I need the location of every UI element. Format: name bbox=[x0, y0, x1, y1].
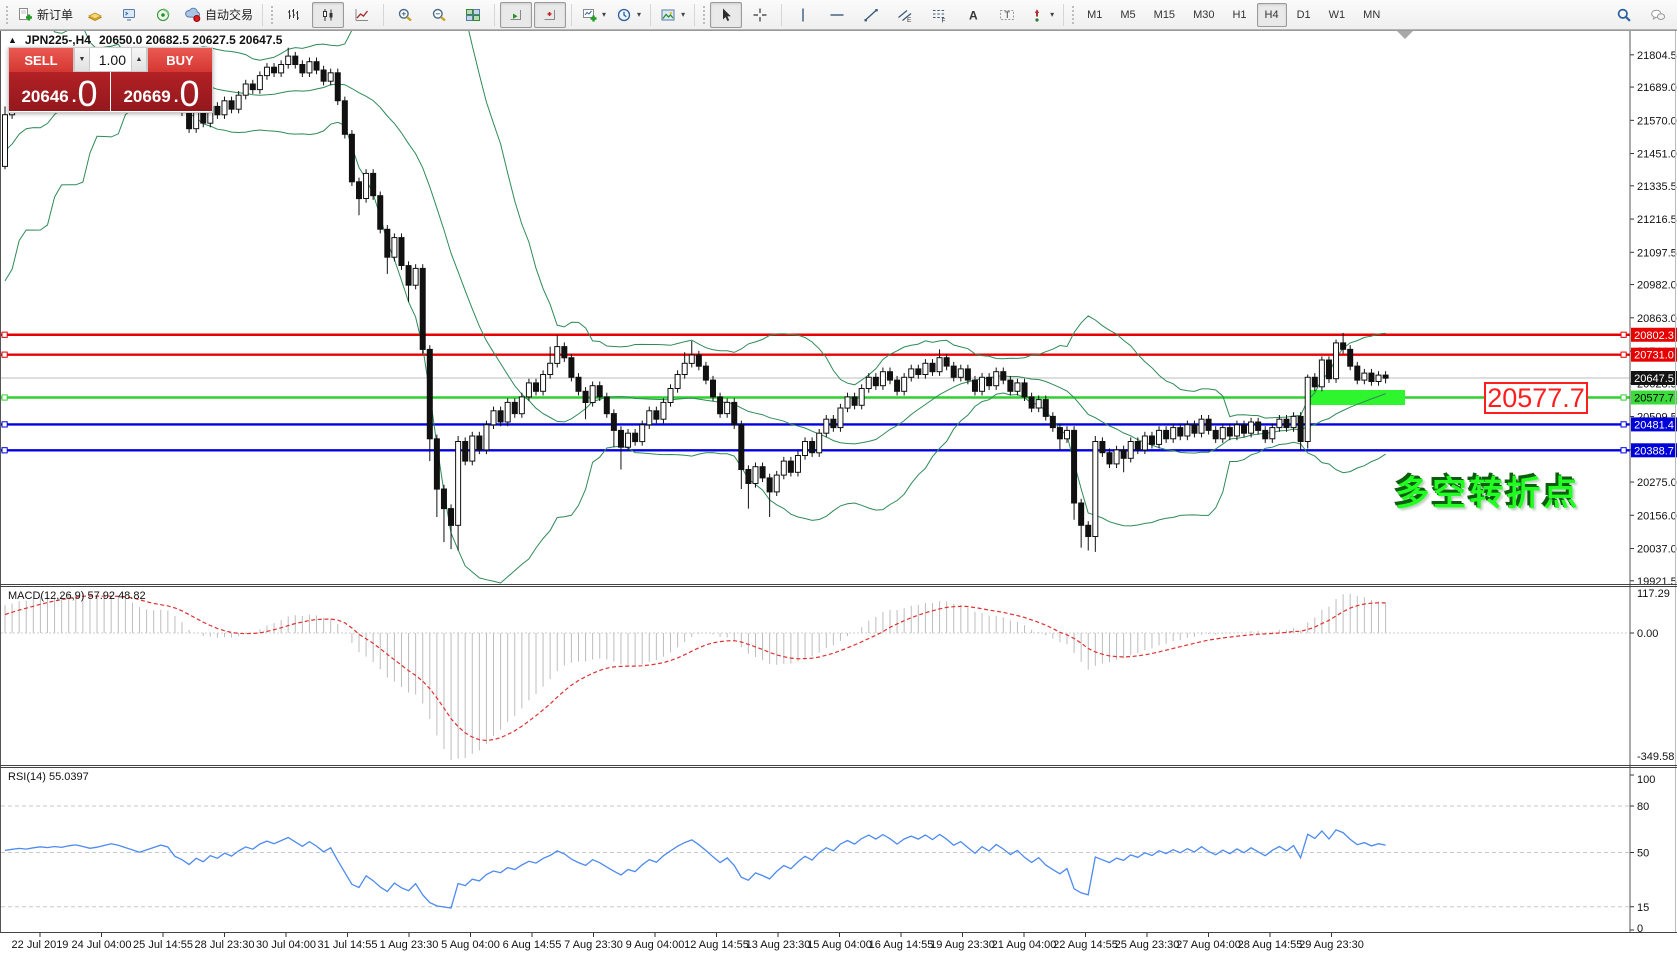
one-click-trading-panel: SELL ▼ 1.00 ▲ BUY 20646.0 20669.0 bbox=[8, 47, 213, 113]
svg-text:25 Aug 23:30: 25 Aug 23:30 bbox=[1115, 939, 1180, 951]
sell-button[interactable]: SELL bbox=[9, 48, 73, 72]
mt4-window: { "toolbar": { "new_order_label": "新订单",… bbox=[0, 0, 1677, 953]
buy-price-dot: . bbox=[174, 88, 179, 105]
svg-text:13 Aug 23:30: 13 Aug 23:30 bbox=[746, 939, 811, 951]
svg-text:80: 80 bbox=[1637, 801, 1649, 813]
svg-text:12 Aug 14:55: 12 Aug 14:55 bbox=[684, 939, 749, 951]
volume-up-button[interactable]: ▲ bbox=[131, 48, 147, 71]
buy-button[interactable]: BUY bbox=[148, 48, 212, 72]
svg-text:0.00: 0.00 bbox=[1637, 628, 1658, 640]
svg-text:50: 50 bbox=[1637, 848, 1649, 860]
svg-text:5 Aug 04:00: 5 Aug 04:00 bbox=[441, 939, 500, 951]
volume-stepper: ▼ 1.00 ▲ bbox=[73, 48, 148, 72]
chart-title-symbol: JPN225-,H4 bbox=[25, 33, 91, 47]
rsi-value: 55.0397 bbox=[49, 771, 89, 783]
sell-price[interactable]: 20646.0 bbox=[9, 72, 110, 111]
svg-text:31 Jul 14:55: 31 Jul 14:55 bbox=[318, 939, 378, 951]
svg-text:21 Aug 04:00: 21 Aug 04:00 bbox=[992, 939, 1057, 951]
svg-text:24 Jul 04:00: 24 Jul 04:00 bbox=[72, 939, 132, 951]
svg-text:19921.5: 19921.5 bbox=[1637, 576, 1677, 588]
svg-text:20388.7: 20388.7 bbox=[1634, 445, 1674, 457]
sell-price-big: 0 bbox=[77, 79, 97, 109]
chart-title-ohlc: 20650.0 20682.5 20627.5 20647.5 bbox=[99, 33, 283, 47]
svg-text:21804.5: 21804.5 bbox=[1637, 50, 1677, 62]
svg-text:-349.58: -349.58 bbox=[1637, 751, 1674, 763]
svg-text:20731.0: 20731.0 bbox=[1634, 350, 1674, 362]
svg-text:9 Aug 04:00: 9 Aug 04:00 bbox=[626, 939, 685, 951]
svg-text:20577.7: 20577.7 bbox=[1634, 392, 1674, 404]
price-badge: 20731.0 bbox=[1631, 348, 1677, 362]
collapse-triangle-icon: ▲ bbox=[8, 35, 17, 45]
svg-text:20982.0: 20982.0 bbox=[1637, 280, 1677, 292]
chart-annotation-text[interactable]: 多空转折点 bbox=[1393, 466, 1583, 515]
svg-text:20863.0: 20863.0 bbox=[1637, 313, 1677, 325]
price-badge: 20802.3 bbox=[1631, 328, 1677, 342]
svg-text:100: 100 bbox=[1637, 774, 1655, 786]
svg-text:20647.5: 20647.5 bbox=[1634, 373, 1674, 385]
svg-text:20156.0: 20156.0 bbox=[1637, 510, 1677, 522]
svg-text:21216.5: 21216.5 bbox=[1637, 214, 1677, 226]
rsi-indicator-label: RSI(14) 55.0397 bbox=[8, 771, 89, 783]
svg-text:21097.5: 21097.5 bbox=[1637, 247, 1677, 259]
svg-text:21335.5: 21335.5 bbox=[1637, 181, 1677, 193]
svg-text:21570.0: 21570.0 bbox=[1637, 115, 1677, 127]
svg-text:6 Aug 14:55: 6 Aug 14:55 bbox=[503, 939, 562, 951]
price-badge: 20577.7 bbox=[1631, 390, 1677, 404]
svg-text:7 Aug 23:30: 7 Aug 23:30 bbox=[564, 939, 623, 951]
macd-name: MACD(12,26,9) bbox=[8, 590, 84, 602]
svg-text:29 Aug 23:30: 29 Aug 23:30 bbox=[1299, 939, 1364, 951]
svg-text:15: 15 bbox=[1637, 902, 1649, 914]
chart-shift-marker-icon[interactable] bbox=[1397, 31, 1413, 39]
price-level-callout[interactable]: 20577.7 bbox=[1484, 382, 1588, 414]
svg-text:28 Aug 14:55: 28 Aug 14:55 bbox=[1238, 939, 1303, 951]
svg-text:16 Aug 14:55: 16 Aug 14:55 bbox=[869, 939, 934, 951]
svg-text:20802.3: 20802.3 bbox=[1634, 330, 1674, 342]
price-badge: 20388.7 bbox=[1631, 443, 1677, 457]
price-badge: 20647.5 bbox=[1631, 371, 1677, 385]
svg-text:21689.0: 21689.0 bbox=[1637, 82, 1677, 94]
svg-text:28 Jul 23:30: 28 Jul 23:30 bbox=[195, 939, 255, 951]
svg-text:22 Aug 14:55: 22 Aug 14:55 bbox=[1053, 939, 1118, 951]
buy-price-big: 0 bbox=[179, 79, 199, 109]
svg-text:19 Aug 23:30: 19 Aug 23:30 bbox=[930, 939, 995, 951]
svg-text:20037.0: 20037.0 bbox=[1637, 544, 1677, 556]
svg-text:0: 0 bbox=[1637, 923, 1643, 935]
volume-value[interactable]: 1.00 bbox=[90, 48, 131, 71]
highlight-zone[interactable] bbox=[1307, 390, 1405, 405]
buy-price-main: 20669 bbox=[123, 88, 170, 105]
svg-text:1 Aug 23:30: 1 Aug 23:30 bbox=[380, 939, 439, 951]
rsi-name: RSI(14) bbox=[8, 771, 46, 783]
buy-price[interactable]: 20669.0 bbox=[111, 72, 212, 111]
sell-price-dot: . bbox=[72, 88, 77, 105]
svg-text:22 Jul 2019: 22 Jul 2019 bbox=[12, 939, 69, 951]
macd-indicator-label: MACD(12,26,9) 57.92 48.82 bbox=[8, 590, 146, 602]
volume-down-button[interactable]: ▼ bbox=[74, 48, 90, 71]
svg-text:15 Aug 04:00: 15 Aug 04:00 bbox=[807, 939, 872, 951]
svg-text:30 Jul 04:00: 30 Jul 04:00 bbox=[256, 939, 316, 951]
svg-text:20481.4: 20481.4 bbox=[1634, 419, 1674, 431]
price-badge: 20481.4 bbox=[1631, 417, 1677, 431]
svg-text:20275.0: 20275.0 bbox=[1637, 477, 1677, 489]
svg-text:25 Jul 14:55: 25 Jul 14:55 bbox=[133, 939, 193, 951]
sell-price-main: 20646 bbox=[21, 88, 68, 105]
svg-text:27 Aug 04:00: 27 Aug 04:00 bbox=[1176, 939, 1241, 951]
svg-text:21451.0: 21451.0 bbox=[1637, 149, 1677, 161]
macd-values: 57.92 48.82 bbox=[87, 590, 145, 602]
chart-title: ▲ JPN225-,H4 20650.0 20682.5 20627.5 206… bbox=[8, 33, 282, 47]
svg-text:117.29: 117.29 bbox=[1637, 588, 1670, 600]
